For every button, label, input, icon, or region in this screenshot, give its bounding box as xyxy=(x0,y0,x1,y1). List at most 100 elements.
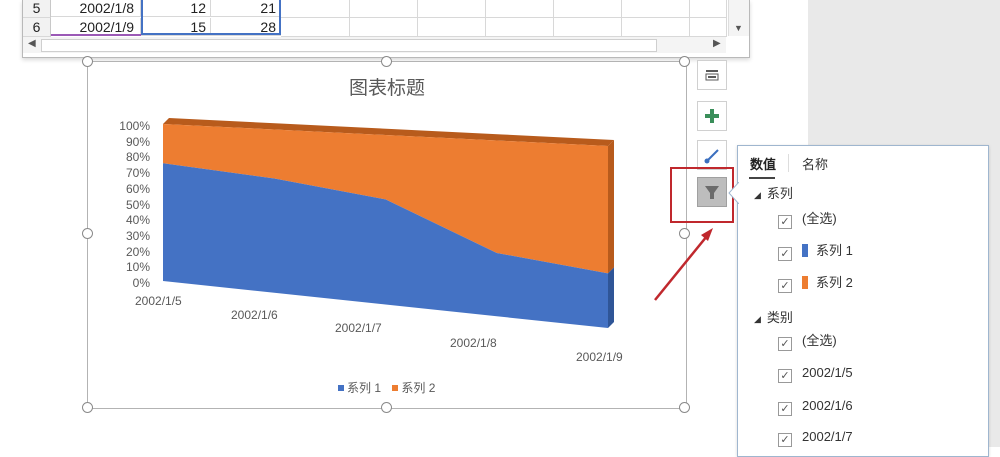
category-header-label: 类别 xyxy=(766,310,793,325)
category-item[interactable]: ✓ 2002/1/6 xyxy=(778,397,853,416)
series-item-label: (全选) xyxy=(802,211,837,226)
series-section-header[interactable]: ◢ 系列 xyxy=(754,183,793,202)
category-item-label: 2002/1/7 xyxy=(802,429,853,444)
add-element-button[interactable] xyxy=(697,101,727,131)
series-header-label: 系列 xyxy=(766,186,793,201)
x-tick-label: 2002/1/5 xyxy=(135,294,182,308)
horizontal-scrollbar[interactable]: ◀ ▶ xyxy=(23,37,726,53)
tab-underline xyxy=(749,177,775,179)
cell-empty[interactable] xyxy=(485,18,554,37)
cell-empty[interactable] xyxy=(417,18,486,37)
scroll-left-icon[interactable]: ◀ xyxy=(28,38,36,49)
tab-divider xyxy=(788,154,789,172)
cell-empty[interactable] xyxy=(689,0,727,18)
cell-empty[interactable] xyxy=(349,0,418,18)
y-tick-label: 80% xyxy=(125,150,150,165)
cell-empty[interactable] xyxy=(621,0,690,18)
brush-icon xyxy=(704,149,719,164)
checkbox-checked-icon[interactable]: ✓ xyxy=(778,402,792,416)
y-tick-label: 40% xyxy=(125,213,150,228)
series-item-label: 系列 1 xyxy=(816,243,853,258)
chart-legend[interactable]: 系列 1 系列 2 xyxy=(338,379,435,396)
y-tick-label: 10% xyxy=(125,260,150,275)
checkbox-checked-icon[interactable]: ✓ xyxy=(778,369,792,383)
resize-handle[interactable] xyxy=(82,402,93,413)
legend-swatch xyxy=(338,385,344,391)
collapse-triangle-icon: ◢ xyxy=(754,190,761,200)
checkbox-checked-icon[interactable]: ✓ xyxy=(778,247,792,261)
category-range-highlight xyxy=(51,34,141,36)
collapse-triangle-icon: ◢ xyxy=(754,314,761,324)
category-item[interactable]: ✓ (全选) xyxy=(778,332,837,351)
series2-range-highlight xyxy=(211,0,281,35)
chart-filter-panel: 数值 名称 ◢ 系列 ✓ (全选) ✓ 系列 1 ✓ 系列 2 ◢ 类别 ✓ (全选) ✓ 2… xyxy=(728,145,989,457)
series-item[interactable]: ✓ (全选) xyxy=(778,210,837,229)
panel-pointer xyxy=(728,182,739,204)
cell-empty[interactable] xyxy=(553,18,622,37)
chart-area[interactable]: 图表标题 100% 90% 80% 70% 60% 50% 40% 30% 20% 10% 0% 2… xyxy=(87,61,687,409)
row-number[interactable]: 5 xyxy=(23,0,51,18)
cell-empty[interactable] xyxy=(689,18,727,37)
series-item[interactable]: ✓ 系列 2 xyxy=(778,274,853,293)
series1-range-highlight xyxy=(141,0,211,35)
resize-handle[interactable] xyxy=(679,402,690,413)
category-item-label: 2002/1/6 xyxy=(802,398,853,413)
y-tick-label: 20% xyxy=(125,244,150,259)
cell-empty[interactable] xyxy=(349,18,418,37)
row-number[interactable]: 6 xyxy=(23,18,51,37)
tab-names[interactable]: 名称 xyxy=(802,154,828,173)
x-tick-label: 2002/1/8 xyxy=(450,336,497,350)
series-color-swatch xyxy=(802,276,808,289)
y-tick-label: 0% xyxy=(132,276,150,290)
category-item-label: (全选) xyxy=(802,333,837,348)
tab-values[interactable]: 数值 xyxy=(750,154,776,173)
y-tick-label: 90% xyxy=(125,134,150,149)
series-item[interactable]: ✓ 系列 1 xyxy=(778,242,853,261)
category-item[interactable]: ✓ 2002/1/7 xyxy=(778,428,853,447)
layout-icon xyxy=(705,70,719,81)
legend-label: 系列 1 xyxy=(347,381,382,395)
y-tick-label: 100% xyxy=(119,119,150,133)
category-item-label: 2002/1/5 xyxy=(802,365,853,380)
x-tick-label: 2002/1/6 xyxy=(231,308,278,322)
cell-date[interactable]: 2002/1/8 xyxy=(51,0,141,17)
highlight-box xyxy=(670,167,734,223)
series1-side-face[interactable] xyxy=(608,267,614,328)
cell-empty[interactable] xyxy=(485,0,554,18)
cell-empty[interactable] xyxy=(281,18,350,37)
series-item-label: 系列 2 xyxy=(816,275,853,290)
resize-handle[interactable] xyxy=(381,402,392,413)
checkbox-checked-icon[interactable]: ✓ xyxy=(778,279,792,293)
legend-swatch xyxy=(392,385,399,391)
category-section-header[interactable]: ◢ 类别 xyxy=(754,307,793,326)
cell-empty[interactable] xyxy=(281,0,350,18)
series-color-swatch xyxy=(802,244,808,257)
checkbox-checked-icon[interactable]: ✓ xyxy=(778,337,792,351)
cell-empty[interactable] xyxy=(553,0,622,18)
cell-empty[interactable] xyxy=(621,18,690,37)
plus-icon xyxy=(705,109,719,123)
resize-handle[interactable] xyxy=(82,228,93,239)
chart-styles-button[interactable] xyxy=(697,60,727,90)
cell-empty[interactable] xyxy=(417,0,486,18)
resize-handle[interactable] xyxy=(82,56,93,67)
legend-item-series1[interactable]: 系列 1 xyxy=(338,381,381,395)
resize-handle[interactable] xyxy=(381,56,392,67)
x-tick-label: 2002/1/9 xyxy=(576,350,623,364)
legend-label: 系列 2 xyxy=(401,381,436,395)
resize-handle[interactable] xyxy=(679,56,690,67)
vertical-scrollbar[interactable]: ▼ xyxy=(728,0,749,36)
chart-style-brush-button[interactable] xyxy=(697,140,727,170)
scrollbar-thumb[interactable] xyxy=(41,39,657,52)
y-tick-label: 50% xyxy=(125,197,150,212)
checkbox-checked-icon[interactable]: ✓ xyxy=(778,433,792,447)
y-tick-label: 70% xyxy=(125,166,150,181)
scroll-down-icon[interactable]: ▼ xyxy=(734,23,743,33)
x-tick-label: 2002/1/7 xyxy=(335,321,382,335)
checkbox-checked-icon[interactable]: ✓ xyxy=(778,215,792,229)
category-item[interactable]: ✓ 2002/1/5 xyxy=(778,364,853,383)
y-tick-label: 60% xyxy=(125,181,150,196)
series2-side-face[interactable] xyxy=(608,140,614,274)
legend-item-series2[interactable]: 系列 2 xyxy=(392,381,435,395)
scroll-right-icon[interactable]: ▶ xyxy=(713,38,721,49)
